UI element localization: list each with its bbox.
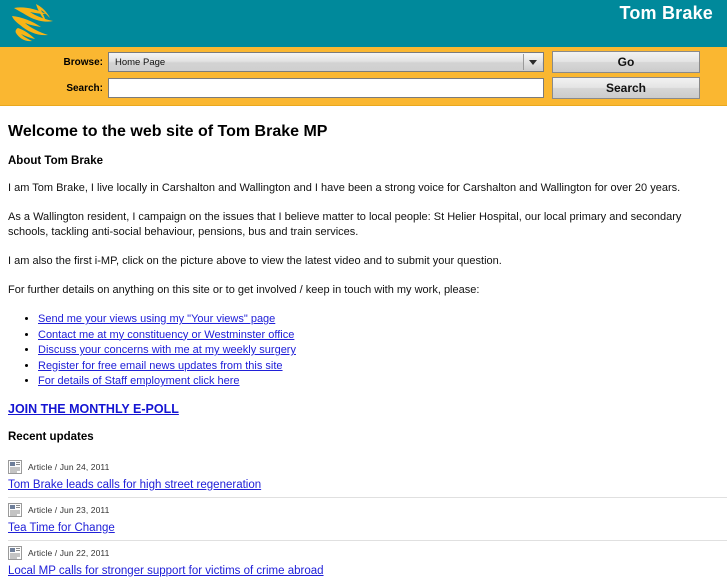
update-meta-text: Article / Jun 22, 2011 (28, 547, 110, 558)
link-email-updates[interactable]: Register for free email news updates fro… (38, 360, 283, 372)
update-meta: Article / Jun 23, 2011 (8, 502, 719, 517)
about-heading: About Tom Brake (8, 155, 103, 167)
update-title-link[interactable]: Tea Time for Change (8, 522, 115, 534)
update-title-link[interactable]: Tom Brake leads calls for high street re… (8, 479, 261, 491)
search-button[interactable]: Search (552, 77, 700, 99)
list-item: Contact me at my constituency or Westmin… (38, 328, 719, 343)
intro-paragraph-4: For further details on anything on this … (8, 284, 480, 296)
browse-label: Browse: (63, 56, 103, 68)
update-meta-text: Article / Jun 23, 2011 (28, 504, 110, 515)
link-staff-employment[interactable]: For details of Staff employment click he… (38, 375, 240, 387)
list-item: Article / Jun 24, 2011 Tom Brake leads c… (8, 455, 727, 497)
site-title: Tom Brake (619, 3, 713, 23)
chevron-down-icon[interactable] (523, 54, 542, 70)
link-contact-office[interactable]: Contact me at my constituency or Westmin… (38, 329, 294, 341)
page-title: Welcome to the web site of Tom Brake MP (8, 123, 328, 140)
main-content: Welcome to the web site of Tom Brake MP … (0, 106, 727, 583)
browse-row: Browse: Home Page Go (0, 51, 727, 73)
update-meta: Article / Jun 24, 2011 (8, 459, 719, 474)
list-item: For details of Staff employment click he… (38, 374, 719, 389)
update-title-link[interactable]: Local MP calls for stronger support for … (8, 565, 324, 577)
list-item: Discuss your concerns with me at my week… (38, 343, 719, 358)
article-icon (8, 459, 22, 474)
search-row: Search: Search (0, 77, 727, 99)
search-label: Search: (66, 82, 103, 94)
article-icon (8, 545, 22, 560)
epoll-row: JOIN THE MONTHLY E-POLL (8, 402, 719, 416)
intro-paragraph-1: I am Tom Brake, I live locally in Carsha… (8, 182, 681, 194)
update-meta-text: Article / Jun 24, 2011 (28, 461, 110, 472)
link-monthly-epoll[interactable]: JOIN THE MONTHLY E-POLL (8, 402, 179, 416)
recent-updates-heading: Recent updates (8, 430, 94, 443)
update-meta: Article / Jun 22, 2011 (8, 545, 719, 560)
intro-paragraph-3: I am also the first i-MP, click on the p… (8, 255, 502, 267)
browse-dropdown[interactable]: Home Page (108, 52, 544, 72)
article-icon (8, 502, 22, 517)
list-item: Article / Jun 23, 2011 Tea Time for Chan… (8, 496, 727, 540)
link-your-views[interactable]: Send me your views using my "Your views"… (38, 313, 275, 325)
list-item: Article / Jun 22, 2011 Local MP calls fo… (8, 539, 727, 583)
go-button[interactable]: Go (552, 51, 700, 73)
intro-paragraph-2: As a Wallington resident, I campaign on … (8, 211, 682, 238)
browse-selected-value: Home Page (115, 56, 166, 68)
search-input[interactable] (108, 78, 544, 98)
list-item: Send me your views using my "Your views"… (38, 312, 719, 327)
browse-search-band: Browse: Home Page Go Search: Search (0, 47, 727, 106)
link-weekly-surgery[interactable]: Discuss your concerns with me at my week… (38, 344, 296, 356)
libdem-bird-logo-icon[interactable] (6, 1, 62, 45)
action-links-list: Send me your views using my "Your views"… (8, 312, 719, 389)
list-item: Register for free email news updates fro… (38, 359, 719, 374)
site-header: Tom Brake (0, 0, 727, 47)
recent-updates-list: Article / Jun 24, 2011 Tom Brake leads c… (8, 455, 727, 583)
